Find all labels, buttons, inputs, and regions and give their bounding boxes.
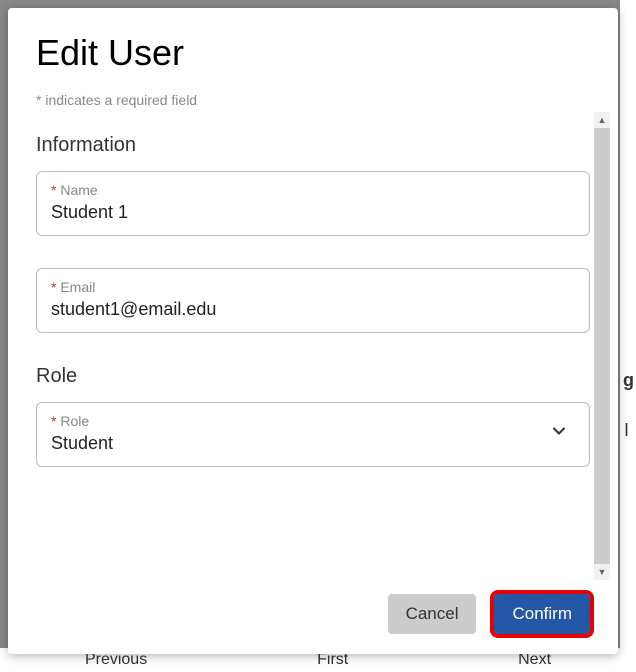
cancel-button[interactable]: Cancel (388, 594, 477, 634)
modal-footer: Cancel Confirm (36, 580, 590, 634)
role-value: Student (51, 433, 543, 454)
section-title-information: Information (36, 134, 590, 157)
edit-user-modal: Edit User * indicates a required field I… (8, 8, 618, 654)
name-field-container[interactable]: * Name (36, 171, 590, 236)
background-right-strip: g I (620, 0, 636, 672)
email-label: * Email (51, 279, 575, 295)
required-field-note: * indicates a required field (36, 92, 590, 108)
chevron-down-icon (543, 421, 575, 446)
scrollbar-track[interactable] (594, 128, 610, 564)
name-input[interactable] (51, 202, 575, 223)
scroll-up-arrow-icon[interactable]: ▲ (594, 112, 610, 128)
confirm-button[interactable]: Confirm (494, 594, 590, 634)
vertical-scrollbar[interactable]: ▲ ▼ (594, 112, 610, 580)
email-field-container[interactable]: * Email (36, 268, 590, 333)
role-label: * Role (51, 413, 543, 429)
scroll-down-arrow-icon[interactable]: ▼ (594, 564, 610, 580)
section-title-role: Role (36, 365, 590, 388)
modal-title: Edit User (36, 32, 590, 74)
role-select-container[interactable]: * Role Student (36, 402, 590, 467)
modal-scroll-area: Information * Name * Email Role * Role S… (36, 112, 610, 580)
email-input[interactable] (51, 299, 575, 320)
name-label: * Name (51, 182, 575, 198)
